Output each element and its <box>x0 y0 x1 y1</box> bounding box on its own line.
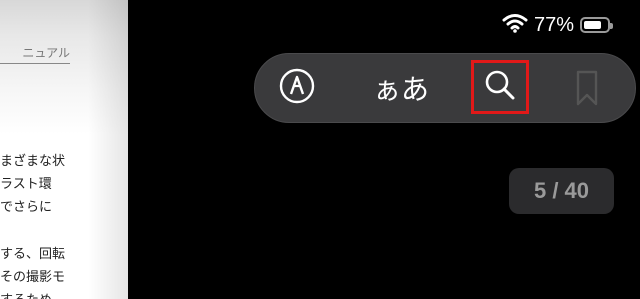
battery-icon <box>580 17 613 33</box>
battery-level-fill <box>584 21 601 29</box>
status-bar: 77% <box>502 12 613 38</box>
page-header-snippet: ニュアル <box>0 44 70 64</box>
pencil-circle-icon <box>278 67 316 109</box>
page-text-line: でさらに <box>0 200 53 215</box>
page-text-line: その撮影モ <box>0 270 66 285</box>
markup-button[interactable] <box>277 68 317 108</box>
page-text-line: ラスト環 <box>0 177 52 192</box>
magnifier-icon <box>482 67 518 107</box>
book-page-peek[interactable]: ニュアル まざまな状 ラスト環 でさらに する、回転 その撮影モ するため <box>0 0 128 299</box>
bookmark-icon <box>575 70 599 110</box>
page-text-line: まざまな状 <box>0 154 66 169</box>
page-counter: 5 / 40 <box>509 168 614 214</box>
page-shadow <box>88 0 128 299</box>
page-text-line: する、回転 <box>0 247 66 262</box>
battery-percent: 77% <box>533 13 574 36</box>
bookmark-button[interactable] <box>571 70 603 110</box>
page-text-line: するため <box>0 289 52 299</box>
battery-nub <box>610 23 613 29</box>
text-size-button[interactable]: ぁあ <box>361 66 441 110</box>
wifi-icon <box>502 13 528 37</box>
reader-toolbar: ぁあ <box>254 53 636 123</box>
search-button[interactable] <box>471 60 529 114</box>
